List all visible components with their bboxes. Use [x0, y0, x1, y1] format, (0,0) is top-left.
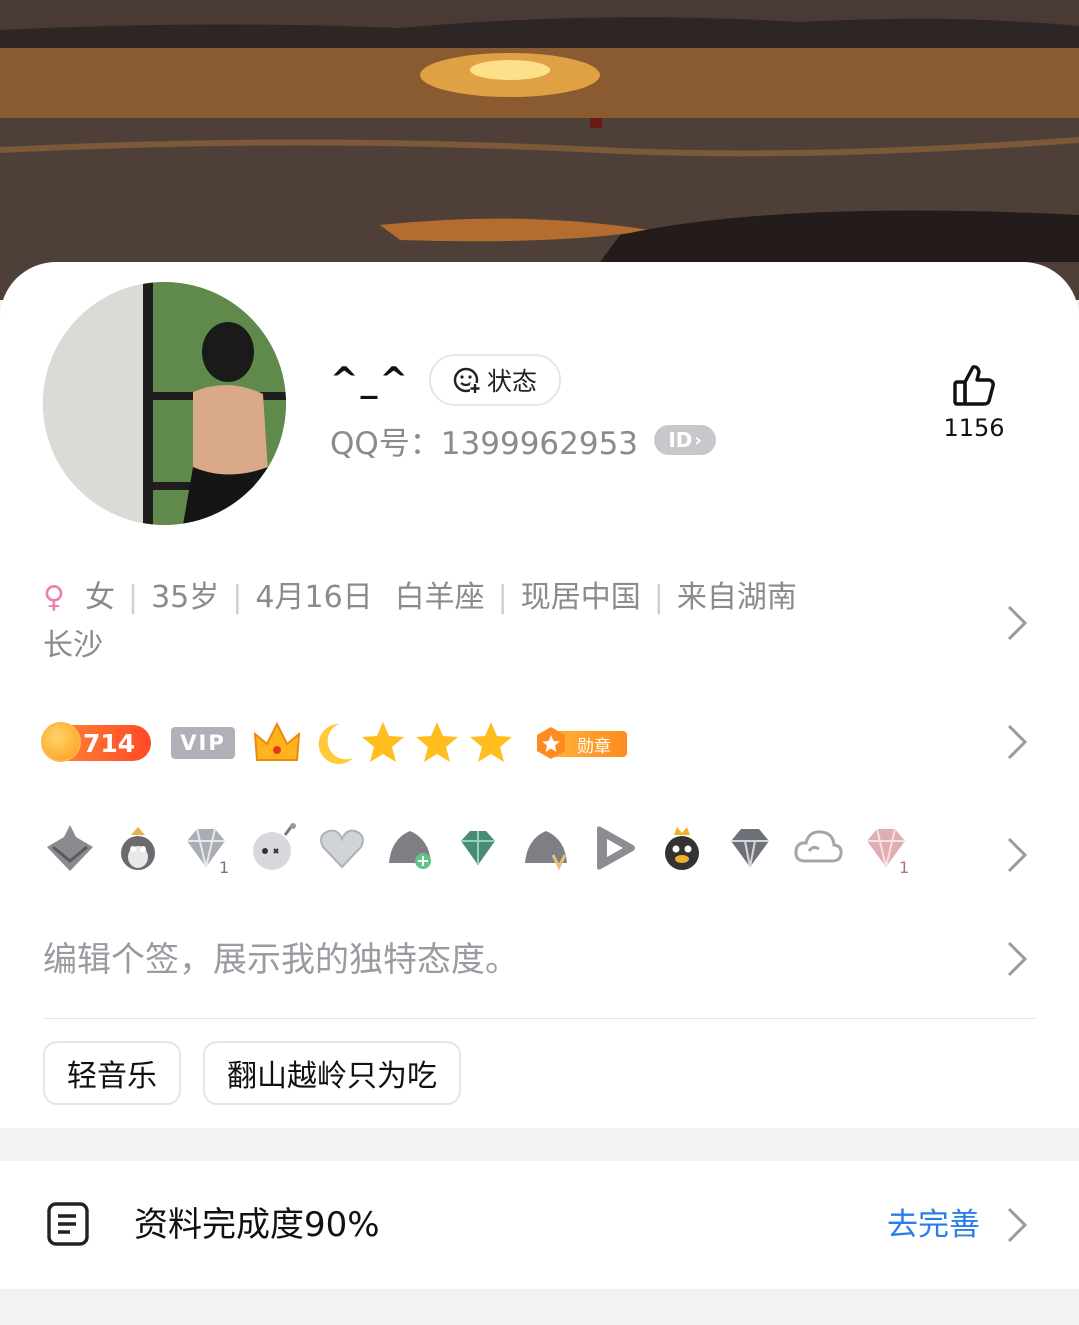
- penguin-crown-icon[interactable]: [655, 821, 709, 875]
- level-value: 714: [83, 728, 136, 758]
- crown-icon: [253, 721, 301, 761]
- star-icon: [470, 722, 512, 762]
- medal-hexagon-icon: [537, 727, 565, 759]
- basic-info[interactable]: ♀ 女 | 35岁 | 4月16日 白羊座 | 现居中国 | 来自湖南 长沙: [43, 574, 923, 670]
- interest-tag[interactable]: 轻音乐: [43, 1041, 181, 1105]
- status-label: 状态: [486, 367, 537, 396]
- cover-sunset-image: [0, 0, 1079, 300]
- female-icon: ♀: [43, 580, 65, 615]
- penguin-icon[interactable]: [111, 821, 165, 875]
- gender: 女: [84, 580, 115, 615]
- heart-icon[interactable]: [315, 821, 369, 875]
- hometown: 来自湖南: [676, 580, 797, 615]
- diamond-1-icon[interactable]: 1: [179, 821, 233, 875]
- qq-number: QQ号：1399962953: [330, 425, 639, 462]
- play-icon[interactable]: [587, 821, 641, 875]
- birthday: 4月16日: [255, 580, 373, 615]
- qq-number-row[interactable]: QQ号：1399962953 ID ›: [330, 418, 717, 462]
- divider: [43, 1018, 1036, 1019]
- separator: |: [653, 580, 664, 615]
- moon-icon: [318, 723, 353, 764]
- signature-chevron-right-icon[interactable]: [1005, 939, 1029, 979]
- level-coin-icon: [41, 722, 81, 762]
- medal-badge[interactable]: 勋章: [533, 725, 627, 761]
- id-badge-label: ID: [668, 428, 693, 452]
- cloud-icon[interactable]: [791, 821, 845, 875]
- nickname: ^_^: [330, 360, 410, 400]
- completion-chevron-right-icon[interactable]: [1005, 1205, 1029, 1245]
- svg-text:1: 1: [219, 858, 229, 875]
- pink-diamond-1-icon[interactable]: 1: [859, 821, 913, 875]
- bomb-face-icon[interactable]: [247, 821, 301, 875]
- avatar-image: [43, 282, 286, 525]
- gray-hat-v-icon[interactable]: [519, 821, 573, 875]
- separator: |: [232, 580, 243, 615]
- hometown-city: 长沙: [43, 628, 103, 663]
- document-icon: [47, 1202, 89, 1246]
- interest-tags: 轻音乐 翻山越岭只为吃: [43, 1041, 461, 1105]
- thumbs-up-icon: [953, 365, 995, 406]
- vip-badge[interactable]: VIP: [171, 727, 235, 759]
- separator: |: [497, 580, 508, 615]
- profile-completion-row[interactable]: 资料完成度90% 去完善: [0, 1161, 1079, 1289]
- svg-text:1: 1: [899, 858, 909, 875]
- avatar[interactable]: [43, 282, 286, 525]
- service-chevron-right-icon[interactable]: [1005, 835, 1029, 875]
- separator: |: [127, 580, 139, 615]
- level-icons: [253, 721, 512, 764]
- gray-hat-plus-icon[interactable]: [383, 821, 437, 875]
- info-chevron-right-icon[interactable]: [1005, 603, 1029, 643]
- like-button[interactable]: 1156: [936, 362, 1012, 442]
- star-icon: [362, 722, 404, 762]
- service-icons[interactable]: 1 1: [43, 820, 913, 876]
- level-badge[interactable]: 714: [41, 722, 151, 762]
- zodiac: 白羊座: [394, 580, 485, 615]
- badges-chevron-right-icon[interactable]: [1005, 722, 1029, 762]
- complete-profile-link[interactable]: 去完善: [887, 1203, 980, 1247]
- cover-photo[interactable]: [0, 0, 1079, 300]
- star-icon: [416, 722, 458, 762]
- green-gem-icon[interactable]: [451, 821, 505, 875]
- age: 35岁: [151, 580, 220, 615]
- signature-edit[interactable]: 编辑个签，展示我的独特态度。: [43, 936, 519, 984]
- gray-helmet-icon[interactable]: [43, 821, 97, 875]
- status-smile-icon: [453, 367, 480, 393]
- status-button[interactable]: 状态: [429, 354, 561, 406]
- interest-tag[interactable]: 翻山越岭只为吃: [203, 1041, 461, 1105]
- completion-label: 资料完成度90%: [134, 1205, 380, 1245]
- dark-diamond-icon[interactable]: [723, 821, 777, 875]
- id-badge[interactable]: ID ›: [654, 425, 717, 455]
- like-count: 1156: [943, 414, 1005, 442]
- chevron-right-small-icon: ›: [694, 429, 702, 451]
- level-badges[interactable]: 714 VIP 勋章: [41, 718, 627, 768]
- residence: 现居中国: [520, 580, 641, 615]
